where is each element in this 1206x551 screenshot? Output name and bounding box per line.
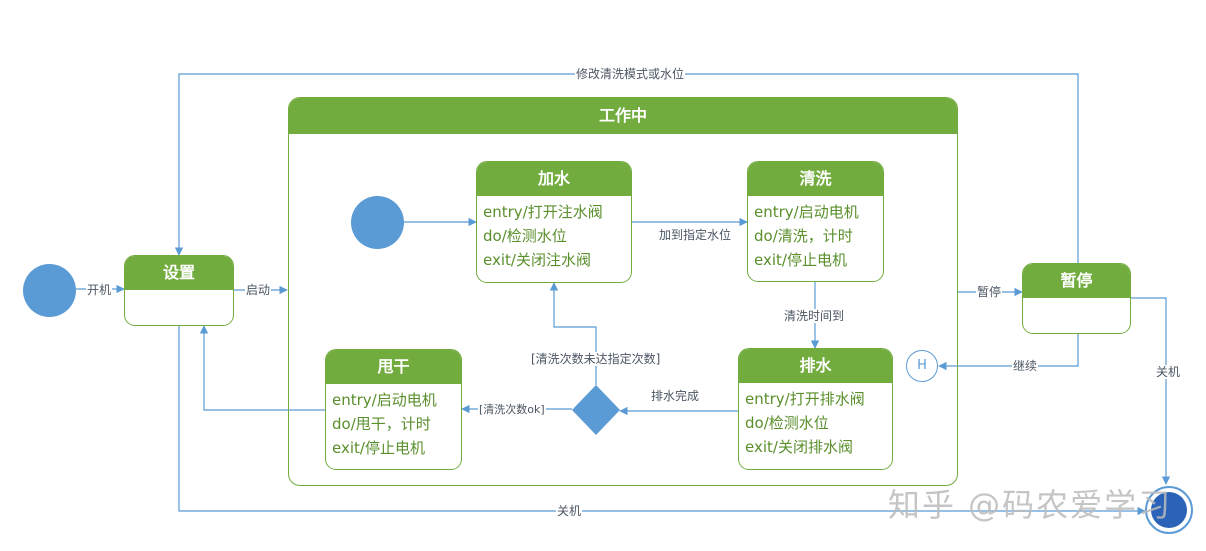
- state-drain: 排水 entry/打开排水阀 do/检测水位 exit/关闭排水阀: [738, 348, 893, 470]
- state-add-water: 加水 entry/打开注水阀 do/检测水位 exit/关闭注水阀: [476, 161, 632, 283]
- label-count-ok: [清洗次数ok]: [478, 403, 546, 417]
- composite-title: 工作中: [289, 98, 957, 134]
- state-drain-do: do/检测水位: [745, 414, 829, 432]
- state-spin-do: do/甩干，计时: [332, 415, 431, 433]
- state-drain-title: 排水: [739, 349, 892, 383]
- state-drain-entry: entry/打开排水阀: [745, 390, 865, 408]
- label-start: 启动: [245, 283, 272, 297]
- state-add-water-entry: entry/打开注水阀: [483, 203, 603, 221]
- state-drain-body: entry/打开排水阀 do/检测水位 exit/关闭排水阀: [739, 383, 892, 459]
- state-wash-exit: exit/停止电机: [754, 251, 847, 269]
- state-pause-title: 暂停: [1023, 264, 1130, 298]
- label-power-off-right: 关机: [1155, 365, 1182, 379]
- label-power-on: 开机: [86, 283, 113, 297]
- label-drain-done: 排水完成: [650, 389, 701, 403]
- state-settings: 设置: [124, 255, 234, 326]
- state-spin-body: entry/启动电机 do/甩干，计时 exit/停止电机: [326, 384, 461, 460]
- state-add-water-title: 加水: [477, 162, 631, 196]
- label-modify: 修改清洗模式或水位: [575, 67, 686, 81]
- label-not-enough: [清洗次数未达指定次数]: [530, 352, 662, 366]
- state-spin: 甩干 entry/启动电机 do/甩干，计时 exit/停止电机: [325, 349, 462, 470]
- inner-initial-node: [351, 196, 404, 249]
- state-drain-exit: exit/关闭排水阀: [745, 438, 853, 456]
- state-pause: 暂停: [1022, 263, 1131, 334]
- label-power-off-bottom: 关机: [556, 504, 583, 518]
- state-wash-title: 清洗: [748, 162, 883, 196]
- state-add-water-do: do/检测水位: [483, 227, 567, 245]
- label-reach-level: 加到指定水位: [658, 228, 733, 242]
- label-wash-time-up: 清洗时间到: [783, 309, 846, 323]
- label-pause: 暂停: [976, 285, 1003, 299]
- state-add-water-body: entry/打开注水阀 do/检测水位 exit/关闭注水阀: [477, 196, 631, 272]
- edge-power-off-right: [1131, 297, 1171, 485]
- state-diagram: 设置 工作中 加水 entry/打开注水阀 do/检测水位 exit/关闭注水阀…: [0, 0, 1206, 551]
- state-settings-title: 设置: [125, 256, 233, 290]
- edge-resume: [938, 334, 1079, 371]
- state-wash-do: do/清洗，计时: [754, 227, 853, 245]
- state-wash-body: entry/启动电机 do/清洗，计时 exit/停止电机: [748, 196, 883, 272]
- history-node: H: [906, 350, 938, 382]
- state-wash: 清洗 entry/启动电机 do/清洗，计时 exit/停止电机: [747, 161, 884, 282]
- state-add-water-exit: exit/关闭注水阀: [483, 251, 591, 269]
- state-spin-entry: entry/启动电机: [332, 391, 437, 409]
- watermark: 知乎 @码农爱学习: [888, 486, 1173, 524]
- state-wash-entry: entry/启动电机: [754, 203, 859, 221]
- state-spin-title: 甩干: [326, 350, 461, 384]
- initial-node: [23, 264, 76, 317]
- state-spin-exit: exit/停止电机: [332, 439, 425, 457]
- label-resume: 继续: [1012, 359, 1039, 373]
